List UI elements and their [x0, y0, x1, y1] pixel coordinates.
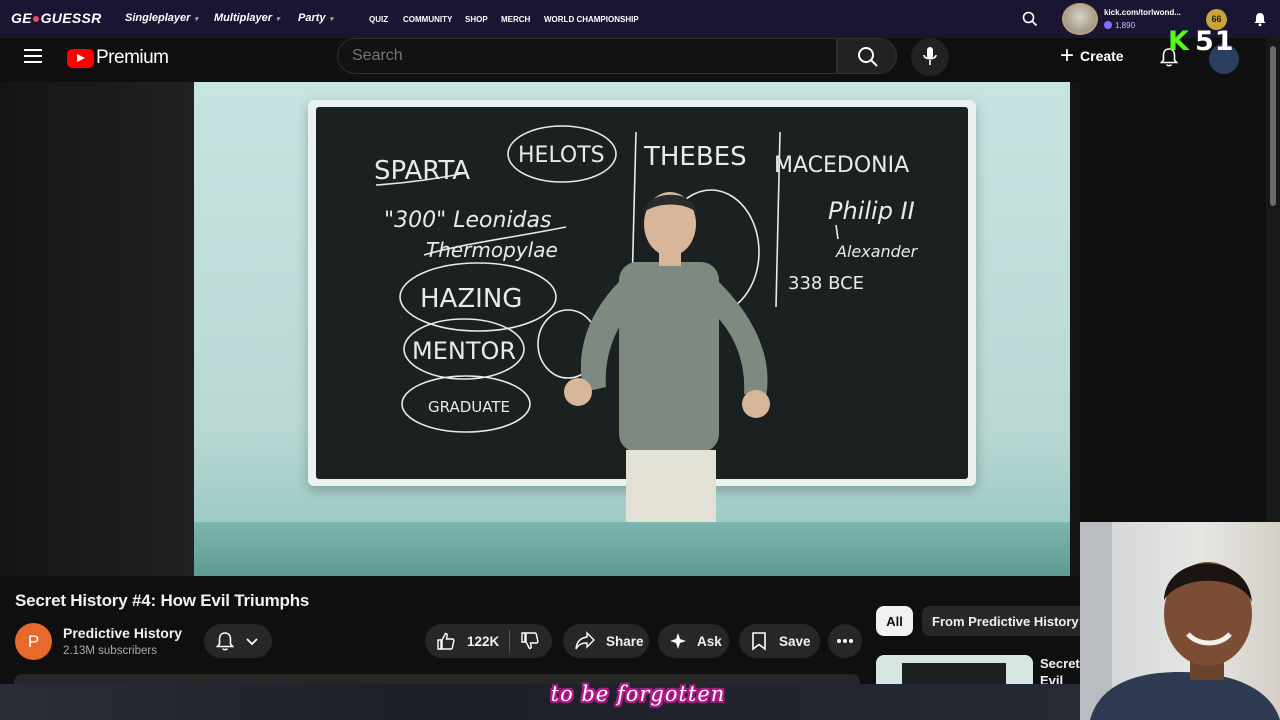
bell-icon	[215, 632, 235, 651]
search-icon	[858, 47, 878, 67]
thumbs-up-icon[interactable]	[436, 631, 456, 651]
like-count[interactable]: 122K	[467, 634, 499, 649]
kick-viewer-count: K 51	[1168, 26, 1235, 57]
more-horizontal-icon	[837, 639, 853, 643]
hamburger-menu-icon[interactable]	[24, 49, 42, 63]
chevron-down-icon: ▾	[329, 16, 334, 23]
microphone-icon	[923, 47, 937, 65]
board-text-graduate: GRADUATE	[428, 398, 510, 416]
share-icon	[575, 631, 595, 650]
bookmark-icon	[752, 632, 766, 651]
nav-multiplayer[interactable]: Multiplayer ▾	[214, 12, 280, 24]
nav-singleplayer[interactable]: Singleplayer ▾	[125, 12, 198, 24]
search-button[interactable]	[837, 38, 897, 74]
nav-merch[interactable]: MERCH	[501, 15, 530, 24]
youtube-header: Premium +Create	[0, 38, 1266, 82]
youtube-play-icon	[67, 48, 94, 68]
board-text-helots: HELOTS	[518, 143, 605, 168]
recommended-video-thumbnail[interactable]	[876, 655, 1033, 685]
subtitle-caption: to be forgotten	[550, 682, 726, 706]
save-button[interactable]: Save	[739, 624, 820, 658]
sparkle-icon	[670, 633, 686, 649]
channel-name[interactable]: Predictive History	[63, 625, 182, 641]
chevron-down-icon: ▾	[194, 16, 198, 23]
nav-world-championship[interactable]: WORLD CHAMPIONSHIP	[544, 15, 639, 24]
coin-icon	[1104, 21, 1112, 29]
board-text-philip: Philip II	[828, 197, 915, 225]
board-text-mentor: MENTOR	[412, 337, 516, 365]
chevron-down-icon	[246, 638, 258, 646]
avatar[interactable]	[1062, 3, 1098, 35]
nav-party[interactable]: Party ▾	[298, 12, 333, 24]
chip-all[interactable]: All	[876, 606, 913, 636]
kick-logo: K	[1168, 26, 1189, 57]
chip-from-channel[interactable]: From Predictive History	[922, 606, 1089, 636]
chevron-down-icon: ▾	[276, 16, 280, 23]
geoguessr-logo[interactable]: GE●GUESSR	[11, 10, 102, 26]
search-box	[337, 38, 837, 74]
thumbs-down-icon[interactable]	[520, 631, 540, 651]
bell-icon[interactable]	[1252, 11, 1268, 27]
video-floor	[194, 522, 1070, 576]
voice-search-button[interactable]	[911, 38, 949, 76]
location-pin-icon: ●	[31, 10, 41, 26]
more-actions-button[interactable]	[828, 624, 862, 658]
geoguessr-bar: GE●GUESSR Singleplayer ▾ Multiplayer ▾ Par…	[0, 0, 1280, 38]
create-button[interactable]: + Create	[1060, 38, 1124, 74]
coin-balance: 1,890	[1104, 21, 1135, 30]
board-text-date: 338 BCE	[788, 273, 864, 294]
board-text-hazing: HAZING	[420, 284, 522, 314]
channel-avatar[interactable]: P	[15, 623, 52, 660]
video-title: Secret History #4: How Evil Triumphs	[15, 591, 310, 610]
notifications-dropdown-button[interactable]	[204, 624, 272, 658]
logo-premium-text: Premium	[96, 47, 169, 68]
search-icon[interactable]	[1022, 11, 1038, 27]
board-text-sparta: SPARTA	[374, 156, 470, 186]
share-button[interactable]: Share	[563, 624, 649, 658]
video-player[interactable]: SPARTA HELOTS "300" Leonidas Thermopylae…	[194, 82, 1070, 576]
username[interactable]: kick.com/torlwond...	[1104, 8, 1181, 17]
scrollbar-thumb[interactable]	[1270, 46, 1276, 206]
nav-shop[interactable]: SHOP	[465, 15, 488, 24]
board-text-macedonia: MACEDONIA	[774, 153, 909, 178]
board-text-thebes: THEBES	[643, 142, 747, 172]
ask-button[interactable]: Ask	[658, 624, 729, 658]
board-text-alexander: Alexander	[835, 242, 919, 261]
subscriber-count: 2.13M subscribers	[63, 645, 157, 657]
like-dislike-group: 122K	[425, 624, 552, 658]
nav-quiz[interactable]: QUIZ	[369, 15, 388, 24]
lecturer-figure	[564, 192, 770, 576]
board-text-300: "300" Leonidas	[384, 208, 551, 233]
plus-icon: +	[1060, 42, 1075, 69]
nav-community[interactable]: COMMUNITY	[403, 15, 452, 24]
youtube-logo[interactable]: Premium	[67, 47, 169, 69]
search-input[interactable]	[338, 39, 836, 73]
